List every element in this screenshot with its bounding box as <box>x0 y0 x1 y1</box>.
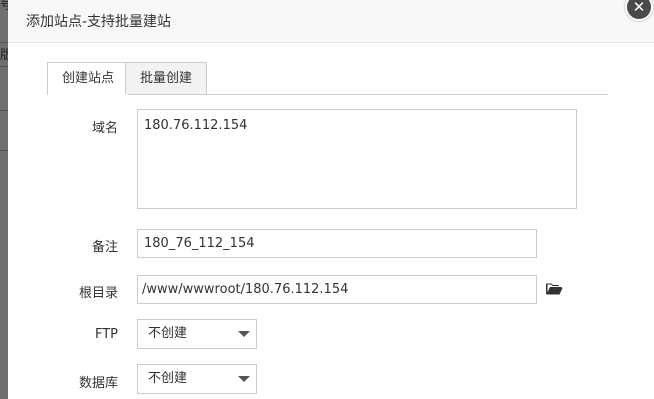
tab-batch-create[interactable]: 批量创建 <box>125 62 208 94</box>
ftp-label: FTP <box>94 327 118 342</box>
domain-textarea[interactable]: 180.76.112.154 <box>137 109 577 209</box>
database-select[interactable]: 不创建 <box>137 364 257 394</box>
chevron-down-icon <box>238 331 250 337</box>
folder-open-icon[interactable] <box>546 282 563 295</box>
add-site-dialog: 添加站点-支持批量建站 创建站点 批量创建 域名 180.76.112.154 … <box>8 0 654 399</box>
chevron-down-icon <box>238 376 250 382</box>
ftp-select-value: 不创建 <box>148 326 188 341</box>
root-dir-label: 根目录 <box>78 286 118 301</box>
dialog-header: 添加站点-支持批量建站 <box>8 0 654 43</box>
remark-input[interactable]: 180_76_112_154 <box>137 229 537 258</box>
domain-label: 域名 <box>91 121 118 136</box>
dialog-title: 添加站点-支持批量建站 <box>26 14 172 30</box>
database-label: 数据库 <box>78 376 118 391</box>
tab-bar: 创建站点 批量创建 <box>47 62 608 95</box>
tab-create-site[interactable]: 创建站点 <box>47 62 130 95</box>
database-select-value: 不创建 <box>148 371 188 386</box>
root-dir-input[interactable]: /www/wwwroot/180.76.112.154 <box>137 275 537 304</box>
ftp-select[interactable]: 不创建 <box>137 319 257 349</box>
remark-label: 备注 <box>91 240 118 255</box>
